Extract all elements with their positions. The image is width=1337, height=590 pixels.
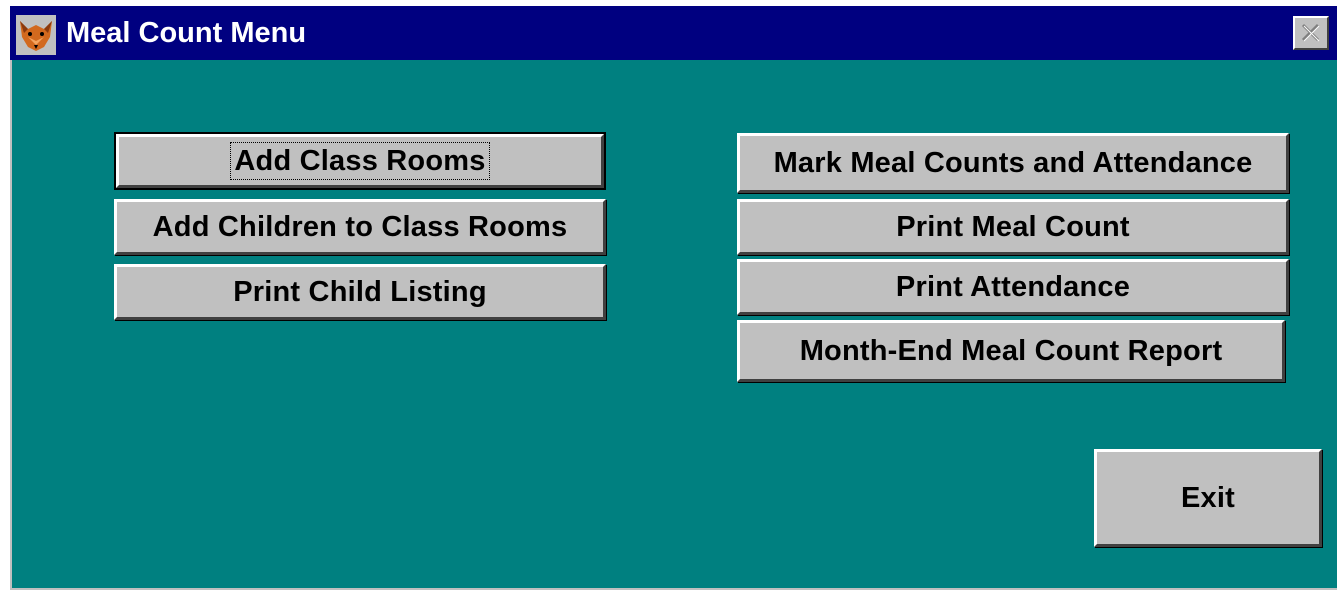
window-title: Meal Count Menu <box>66 17 307 49</box>
print-attendance-label: Print Attendance <box>895 271 1131 303</box>
print-attendance-button[interactable]: Print Attendance <box>737 259 1289 315</box>
mark-meal-counts-label: Mark Meal Counts and Attendance <box>773 147 1253 179</box>
close-button[interactable] <box>1293 16 1329 50</box>
exit-label: Exit <box>1181 482 1235 514</box>
mark-meal-counts-button[interactable]: Mark Meal Counts and Attendance <box>737 133 1289 193</box>
fox-icon <box>16 15 56 55</box>
month-end-report-button[interactable]: Month-End Meal Count Report <box>737 320 1285 382</box>
month-end-report-label: Month-End Meal Count Report <box>799 335 1223 367</box>
add-class-rooms-label: Add Class Rooms <box>230 142 490 180</box>
print-child-listing-label: Print Child Listing <box>233 276 487 308</box>
exit-button[interactable]: Exit <box>1094 449 1322 547</box>
add-children-button[interactable]: Add Children to Class Rooms <box>114 199 606 255</box>
print-meal-count-button[interactable]: Print Meal Count <box>737 199 1289 255</box>
print-child-listing-button[interactable]: Print Child Listing <box>114 264 606 320</box>
title-bar[interactable]: Meal Count Menu <box>10 6 1337 60</box>
print-meal-count-label: Print Meal Count <box>896 211 1130 243</box>
meal-count-window: Meal Count Menu Add Class Rooms Add Chil… <box>10 6 1337 590</box>
close-icon <box>1301 23 1320 42</box>
menu-panel: Add Class Rooms Add Children to Class Ro… <box>10 60 1337 590</box>
add-children-label: Add Children to Class Rooms <box>152 211 568 243</box>
add-class-rooms-button[interactable]: Add Class Rooms <box>114 132 606 190</box>
